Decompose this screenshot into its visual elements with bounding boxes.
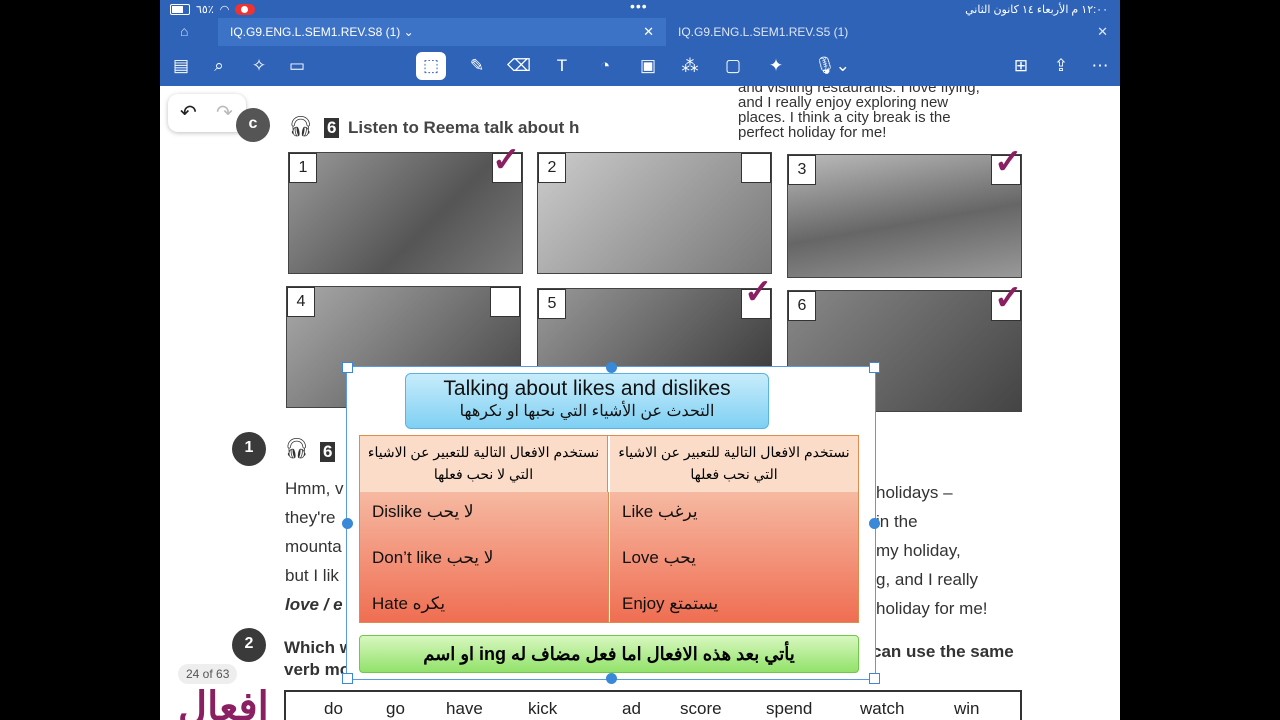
q2-text-left: Which w [284,638,353,657]
like-verb: Like يرغب [622,502,698,521]
shapes-icon[interactable]: ◔ [592,54,618,78]
share-icon[interactable]: ⇪ [1048,54,1074,78]
overlay-title-ar: التحدث عن الأشياء التي نحبها او نكرهها [459,403,715,420]
resize-handle[interactable] [869,518,880,529]
exercise-number: 6 [324,118,340,138]
exercise-heading: Listen to Reema talk about h [348,118,580,137]
verb: do [324,699,343,718]
verb: ad [622,699,641,718]
document-icon[interactable]: ▭ [284,54,310,78]
overlay-title-box: Talking about likes and dislikes التحدث … [405,373,769,429]
resize-handle[interactable] [606,673,617,684]
chevron-down-icon[interactable]: ⌄ [404,25,414,39]
dislike-verb: Hate يكره [372,594,446,613]
headphones-icon: 🎧︎ [284,438,310,460]
eraser-icon[interactable]: ⌫ [506,54,532,78]
section-2-badge: 2 [232,628,266,662]
close-icon[interactable]: ✕ [643,18,654,46]
verb: watch [860,699,905,718]
section-c-badge: c [236,108,270,142]
verb: spend [766,699,813,718]
photo-2: 2 [537,152,772,274]
datetime: ١٢:٠٠ م الأربعاء ١٤ كانون الثاني [965,4,1108,16]
verb: kick [528,699,558,718]
top-paragraph: and visiting restaurants. I love flying,… [738,86,980,141]
more-icon[interactable]: ⋯ [1087,54,1113,78]
resize-handle[interactable] [869,673,880,684]
left-paragraph: Hmm, v they're mounta but I lik love / e [285,479,344,614]
handwritten-check-icon: ✓ [994,279,1023,317]
multitask-dots-icon[interactable]: ••• [630,0,648,14]
undo-redo-panel: ↶ ↷ [168,94,246,132]
likes-column: Like يرغب Love يحب Enjoy يستمتع [610,492,858,622]
wifi-icon: ◠ [219,4,230,16]
resize-handle[interactable] [342,518,353,529]
page-counter: 24 of 63 [178,664,238,684]
likes-dislikes-table: نستخدم الافعال التالية للتعبير عن الاشيا… [359,435,859,623]
laser-pointer-icon[interactable]: ✦ [763,54,789,78]
resize-handle[interactable] [342,673,353,684]
verb: score [680,699,722,718]
right-paragraph: holidays – in the my holiday, g, and I r… [876,483,988,618]
battery-text: ٦٥٪ [196,4,214,16]
sticky-note-icon[interactable]: ▢ [720,54,746,78]
dislikes-column: Dislike لا يحب Don’t like لا يحب Hate يك… [360,492,609,622]
ipad-screen: ٦٥٪ ◠ ••• ١٢:٠٠ م الأربعاء ١٤ كانون الثا… [160,0,1120,720]
overlay-title-en: Talking about likes and dislikes [443,377,731,400]
document-page[interactable]: ↶ ↷ and visiting restaurants. I love fly… [160,86,1120,720]
exercise-number-2: 6 [320,442,336,462]
lasso-select-icon[interactable]: ⬚ [416,52,446,80]
overlay-footer: يأتي بعد هذه الافعال اما فعل مضاف له ing… [359,635,859,673]
headphones-icon: 🎧︎ [288,116,314,138]
photo-1: 1 [288,152,523,274]
section-1-badge: 1 [232,432,266,466]
verb: have [446,699,483,718]
battery-icon [170,4,190,15]
toolbar: ▤ ⌕ ✧ ▭ ⬚ ✎ ⌫ T ◔ ▣ ⁂ ▢ ✦ 🎙︎⌄ ⊞ ⇪ ⋯ [160,46,1120,86]
dislike-verb: Dislike لا يحب [372,502,474,521]
likes-header: نستخدم الافعال التالية للتعبير عن الاشيا… [610,436,858,492]
dislike-verb: Don’t like لا يحب [372,548,494,567]
resize-handle[interactable] [869,362,880,373]
home-icon[interactable]: ⌂ [180,23,188,39]
pen-icon[interactable]: ✎ [464,54,490,78]
close-icon[interactable]: ✕ [1097,18,1108,46]
verb-box: do go have kick ad score spend watch win [284,690,1022,720]
tab-inactive[interactable]: IQ.G9.ENG.L.SEM1.REV.S5 (1) ✕ [666,18,1120,46]
handwritten-check-icon: ✓ [994,143,1023,181]
resize-handle[interactable] [606,362,617,373]
resize-handle[interactable] [342,362,353,373]
handwritten-annotation: افعال [178,685,269,720]
search-icon[interactable]: ⌕ [206,54,232,78]
dislikes-header: نستخدم الافعال التالية للتعبير عن الاشيا… [360,436,608,492]
like-verb: Enjoy يستمتع [622,594,719,613]
q2-text-left-2: verb mo [284,660,351,679]
checkbox[interactable] [490,287,520,317]
sidebar-icon[interactable]: ▤ [168,54,194,78]
ai-sparkle-icon[interactable]: ✧ [246,54,272,78]
handwritten-check-icon: ✓ [744,273,773,311]
undo-icon[interactable]: ↶ [180,100,197,125]
tab-bar: ⌂ IQ.G9.ENG.L.SEM1.REV.S8 (1) ⌄ ✕ IQ.G9.… [160,18,1120,46]
redo-icon[interactable]: ↷ [216,100,233,125]
recording-icon[interactable] [235,4,256,15]
photo-3: 3 [787,154,1022,278]
microphone-icon[interactable]: 🎙︎⌄ [812,54,852,78]
q2-text-right: can use the same [872,642,1014,661]
like-verb: Love يحب [622,548,696,567]
image-icon[interactable]: ▣ [635,54,661,78]
tab-active[interactable]: IQ.G9.ENG.L.SEM1.REV.S8 (1) ⌄ ✕ [218,18,666,46]
text-box-icon[interactable]: T [549,54,575,78]
tab-label: IQ.G9.ENG.L.SEM1.REV.S5 (1) [678,25,849,39]
elements-icon[interactable]: ⁂ [677,54,703,78]
add-page-icon[interactable]: ⊞ [1008,54,1034,78]
checkbox[interactable] [741,153,771,183]
handwritten-check-icon: ✓ [492,141,521,179]
selected-image-overlay[interactable]: Talking about likes and dislikes التحدث … [342,362,880,684]
verb: go [386,699,405,718]
status-left: ٦٥٪ ◠ [170,3,256,16]
status-bar: ٦٥٪ ◠ ••• ١٢:٠٠ م الأربعاء ١٤ كانون الثا… [160,0,1120,18]
tab-label: IQ.G9.ENG.L.SEM1.REV.S8 (1) [230,25,401,39]
verb: win [954,699,980,718]
